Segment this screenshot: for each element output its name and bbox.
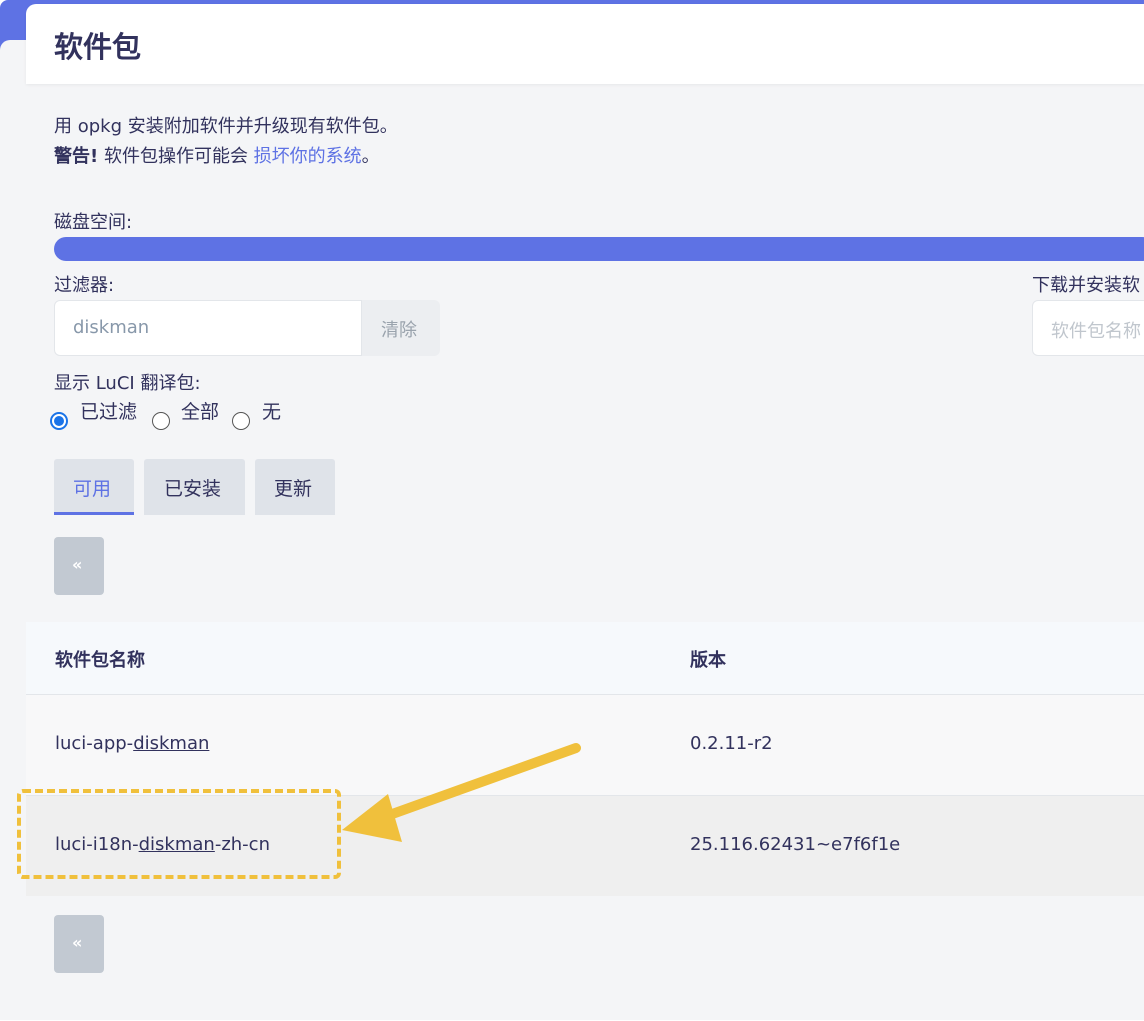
radio-filtered[interactable]	[50, 412, 68, 430]
radio-none-label: 无	[262, 401, 282, 423]
tab-updates[interactable]: 更新	[255, 459, 335, 515]
page-title: 软件包	[54, 30, 142, 64]
title-bar: 软件包	[26, 4, 1144, 84]
filter-group: diskman 清除	[54, 300, 440, 356]
package-version: 0.2.11-r2	[690, 733, 773, 754]
page-description: 用 opkg 安装附加软件并升级现有软件包。 警告! 软件包操作可能会 损坏你的…	[54, 112, 398, 172]
disk-space-bar	[54, 237, 1144, 261]
annotation-highlight-box	[17, 789, 341, 879]
radio-all-label: 全部	[181, 401, 220, 423]
radio-all[interactable]	[152, 412, 170, 430]
tab-available-label: 可用	[73, 478, 112, 500]
pager-prev-button-top[interactable]: «	[54, 537, 104, 595]
filter-value: diskman	[73, 317, 150, 338]
download-package-input[interactable]: 软件包名称	[1032, 300, 1144, 356]
radio-none[interactable]	[232, 412, 250, 430]
package-name: luci-app-diskman	[55, 733, 210, 754]
intro-text: 用 opkg 安装附加软件并升级现有软件包。	[54, 116, 398, 137]
warning-text: 软件包操作可能会	[98, 146, 254, 167]
clear-button[interactable]: 清除	[362, 300, 440, 356]
clear-button-label: 清除	[381, 320, 417, 341]
tab-installed[interactable]: 已安装	[144, 459, 245, 515]
filter-input[interactable]: diskman	[54, 300, 362, 356]
radio-filtered-label: 已过滤	[80, 401, 138, 423]
tab-available[interactable]: 可用	[54, 459, 134, 515]
disk-space-label: 磁盘空间:	[54, 212, 133, 233]
column-header-name: 软件包名称	[55, 650, 145, 671]
table-header: 软件包名称 版本	[26, 622, 1144, 695]
warning-line: 警告! 软件包操作可能会 损坏你的系统。	[54, 142, 398, 172]
package-version: 25.116.62431~e7f6f1e	[690, 834, 901, 855]
download-placeholder: 软件包名称	[1051, 321, 1141, 342]
warning-end: 。	[361, 146, 380, 167]
tab-installed-label: 已安装	[164, 478, 222, 500]
pager-prev-button-bottom[interactable]: «	[54, 915, 104, 973]
filter-match: diskman	[133, 733, 210, 754]
download-label: 下载并安装软	[1032, 275, 1140, 296]
warning-label: 警告!	[54, 146, 99, 167]
pager-prev-label: «	[72, 555, 83, 574]
pager-prev-label: «	[72, 933, 83, 952]
filter-label: 过滤器:	[54, 275, 115, 296]
warning-link[interactable]: 损坏你的系统	[254, 146, 362, 167]
column-header-version: 版本	[690, 650, 726, 671]
luci-translation-label: 显示 LuCI 翻译包:	[54, 373, 201, 394]
tab-updates-label: 更新	[274, 478, 313, 500]
annotation-arrow-icon	[342, 743, 581, 842]
